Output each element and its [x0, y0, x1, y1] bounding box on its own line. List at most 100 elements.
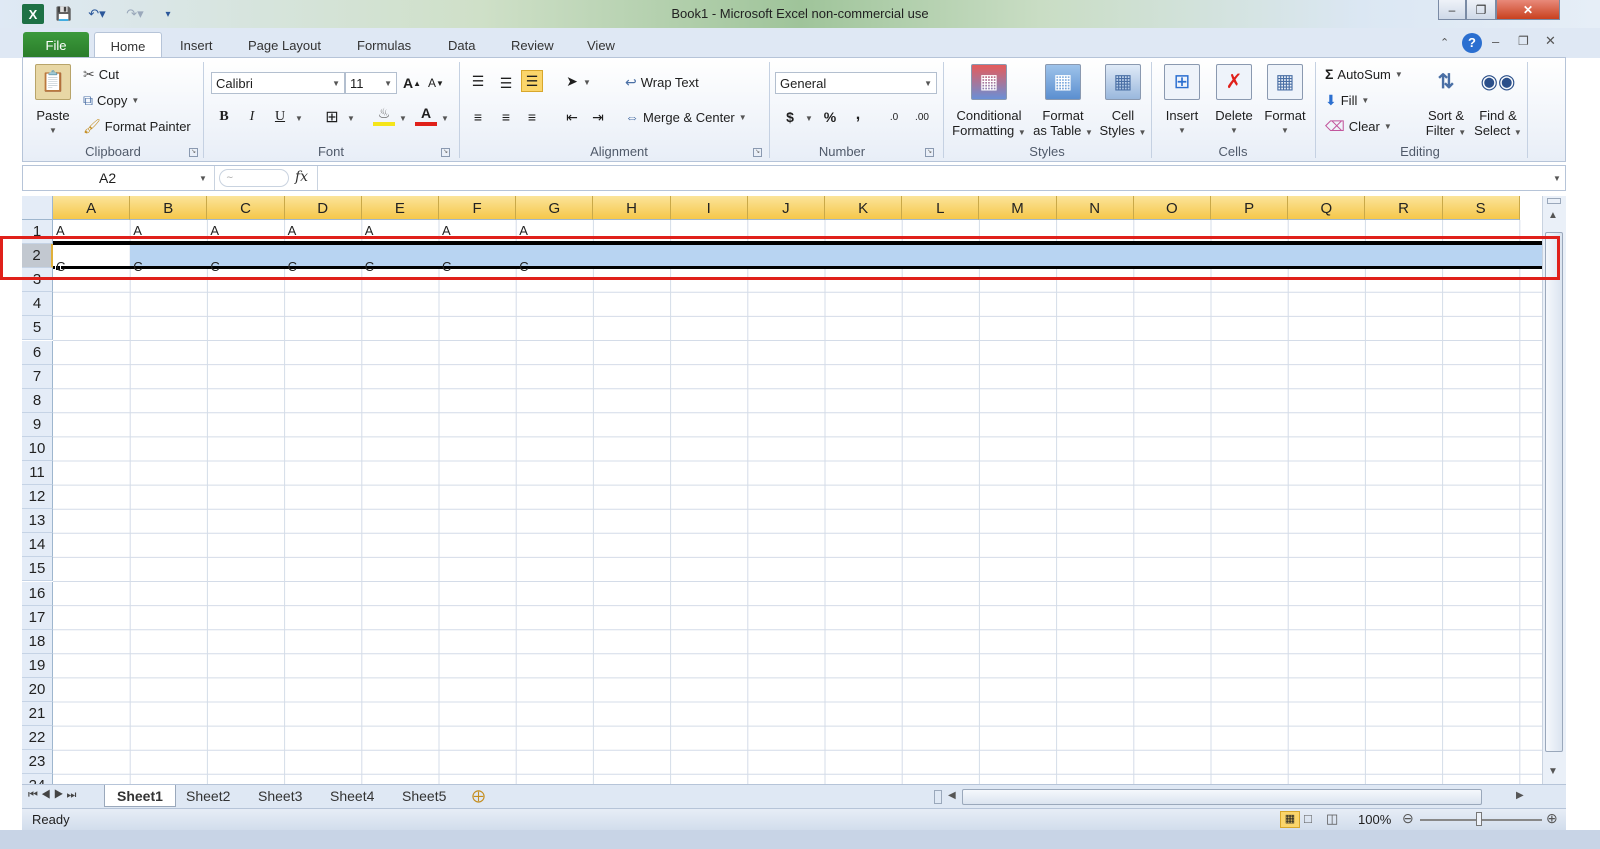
tab-home[interactable]: Home [94, 32, 162, 58]
worksheet-grid[interactable]: A B C D E F G H I J K L M N O P Q R S 1 2 3 4 5 6 7 8 9 10 11 12 13 14 15… [22, 196, 1542, 784]
currency-button[interactable]: $ [779, 106, 801, 128]
percent-button[interactable]: % [819, 106, 841, 128]
row-header-19[interactable]: 19 [22, 653, 53, 678]
column-header-j[interactable]: J [747, 196, 825, 220]
paste-dropdown-icon[interactable]: ▼ [49, 126, 57, 135]
sort-filter-button[interactable]: ⇅ Sort & Filter ▼ [1421, 64, 1471, 140]
column-header-d[interactable]: D [284, 196, 362, 220]
paste-button[interactable]: 📋 [31, 64, 75, 108]
split-box[interactable] [1547, 198, 1561, 204]
number-format-select[interactable]: General ▼ [775, 72, 937, 94]
column-header-r[interactable]: R [1365, 196, 1443, 220]
column-header-g[interactable]: G [516, 196, 594, 220]
column-header-l[interactable]: L [902, 196, 980, 220]
minimize-icon[interactable]: – [1438, 0, 1466, 20]
font-size-select[interactable]: 11 ▼ [345, 72, 397, 94]
orientation-dropdown-icon[interactable]: ▼ [583, 78, 591, 87]
sheet-tab-2[interactable]: Sheet2 [174, 785, 242, 807]
fill-color-dropdown-icon[interactable]: ▼ [399, 114, 407, 123]
row-header-8[interactable]: 8 [22, 388, 53, 413]
expand-formula-bar-icon[interactable]: ▼ [1553, 174, 1561, 183]
row-header-18[interactable]: 18 [22, 629, 53, 654]
delete-cells-button[interactable]: ✗ Delete ▼ [1209, 64, 1259, 138]
tab-view[interactable]: View [575, 32, 627, 58]
row-header-14[interactable]: 14 [22, 533, 53, 558]
font-color-button[interactable]: A [415, 104, 437, 126]
number-launcher-icon[interactable]: ↘ [925, 148, 934, 157]
sheet-tab-4[interactable]: Sheet4 [318, 785, 386, 807]
currency-dropdown-icon[interactable]: ▼ [805, 114, 813, 123]
row-header-12[interactable]: 12 [22, 485, 53, 510]
restore-icon[interactable]: ❐ [1466, 0, 1496, 20]
select-all-button[interactable] [22, 196, 53, 220]
scroll-thumb[interactable] [1545, 232, 1563, 752]
font-launcher-icon[interactable]: ↘ [441, 148, 450, 157]
cell-styles-button[interactable]: ▦ Cell Styles ▼ [1097, 64, 1149, 140]
collapse-ribbon-icon[interactable]: ⌃ [1440, 36, 1449, 49]
row-header-24[interactable]: 24 [22, 774, 53, 784]
scroll-up-icon[interactable]: ▲ [1548, 210, 1558, 221]
fill-color-icon[interactable]: ♨ [373, 104, 395, 126]
grow-font-button[interactable]: A ▲ [401, 72, 423, 94]
format-as-table-button[interactable]: ▦ Format as Table ▼ [1031, 64, 1095, 140]
column-header-b[interactable]: B [130, 196, 208, 220]
tab-insert[interactable]: Insert [168, 32, 225, 58]
alignment-launcher-icon[interactable]: ↘ [753, 148, 762, 157]
column-header-o[interactable]: O [1133, 196, 1211, 220]
sheet-tab-1[interactable]: Sheet1 [104, 785, 176, 807]
help-icon[interactable]: ? [1462, 33, 1482, 53]
insert-cells-button[interactable]: ⊞ Insert ▼ [1157, 64, 1207, 138]
insert-sheet-icon[interactable]: ⨁ [472, 788, 485, 804]
close-icon[interactable]: ✕ [1496, 0, 1560, 20]
name-box[interactable]: A2 [23, 166, 215, 190]
formula-bar-handle-icon[interactable]: ∼ [219, 169, 289, 187]
bold-button[interactable]: B [213, 106, 235, 128]
cut-button[interactable]: ✂ Cut [83, 66, 119, 83]
page-layout-view-icon[interactable]: □ [1304, 811, 1312, 826]
name-box-dropdown-icon[interactable]: ▼ [199, 174, 207, 183]
vertical-scrollbar[interactable]: ▲ ▼ [1542, 196, 1566, 784]
tab-formulas[interactable]: Formulas [345, 32, 423, 58]
fill-button[interactable]: ⬇ Fill ▼ [1325, 92, 1369, 109]
page-break-view-icon[interactable]: ◫ [1326, 811, 1338, 827]
increase-indent-icon[interactable]: ⇥ [587, 106, 609, 128]
horizontal-scroll-thumb[interactable] [962, 789, 1482, 805]
align-center-icon[interactable]: ≡ [495, 106, 517, 128]
row-header-7[interactable]: 7 [22, 364, 53, 389]
row-header-23[interactable]: 23 [22, 750, 53, 775]
underline-button[interactable]: U [269, 106, 291, 128]
tab-page-layout[interactable]: Page Layout [236, 32, 333, 58]
borders-icon[interactable]: ⊞ [321, 106, 343, 128]
insert-function-icon[interactable]: fx [295, 169, 308, 185]
row-header-11[interactable]: 11 [22, 461, 53, 485]
column-header-p[interactable]: P [1211, 196, 1289, 220]
comma-button[interactable]: , [847, 104, 869, 126]
tab-file[interactable]: File [23, 32, 89, 58]
row-header-6[interactable]: 6 [22, 340, 53, 365]
column-header-e[interactable]: E [361, 196, 439, 220]
align-middle-icon[interactable]: ☰ [495, 72, 517, 94]
wrap-text-button[interactable]: ↩ Wrap Text [625, 74, 699, 91]
row-header-10[interactable]: 10 [22, 436, 53, 461]
row-header-13[interactable]: 13 [22, 509, 53, 534]
underline-dropdown-icon[interactable]: ▼ [295, 114, 303, 123]
scroll-left-icon[interactable]: ◀ [948, 790, 956, 801]
format-cells-button[interactable]: ▦ Format ▼ [1259, 64, 1311, 138]
conditional-formatting-button[interactable]: ▦ Conditional Formatting ▼ [947, 64, 1031, 140]
column-header-i[interactable]: I [670, 196, 748, 220]
scroll-down-icon[interactable]: ▼ [1548, 766, 1558, 777]
align-right-icon[interactable]: ≡ [521, 106, 543, 128]
zoom-out-icon[interactable]: ⊖ [1402, 810, 1414, 827]
sheet-tab-5[interactable]: Sheet5 [390, 785, 458, 807]
decrease-indent-icon[interactable]: ⇤ [561, 106, 583, 128]
doc-restore-icon[interactable]: ❐ [1518, 34, 1529, 48]
tab-review[interactable]: Review [499, 32, 566, 58]
row-header-17[interactable]: 17 [22, 605, 53, 630]
clear-button[interactable]: ⌫ Clear ▼ [1325, 118, 1392, 135]
scroll-right-icon[interactable]: ▶ [1516, 790, 1524, 801]
formula-input[interactable] [317, 166, 1547, 190]
column-header-k[interactable]: K [825, 196, 903, 220]
column-header-m[interactable]: M [979, 196, 1057, 220]
copy-button[interactable]: ⧉ Copy ▼ [83, 92, 139, 109]
row-header-21[interactable]: 21 [22, 702, 53, 726]
